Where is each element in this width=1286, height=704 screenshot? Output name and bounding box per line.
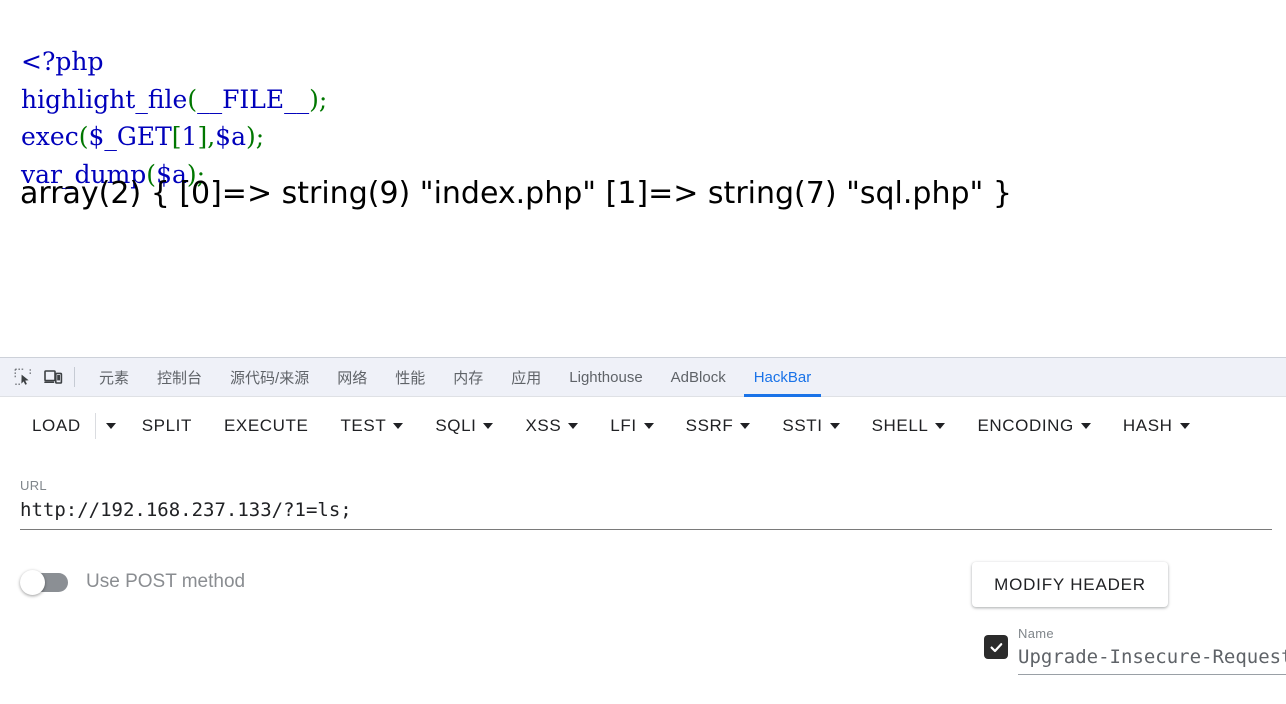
php-source-highlight: <?php highlight_file(__FILE__); exec($_G… (21, 43, 327, 193)
devtools-tabbar: 元素控制台源代码/来源网络性能内存应用LighthouseAdBlockHack… (0, 358, 1286, 397)
php-token: exec (21, 122, 79, 151)
hackbar-button-ssrf[interactable]: SSRF (670, 410, 767, 442)
hackbar-button-hash[interactable]: HASH (1107, 410, 1206, 442)
devtools-tab-2[interactable]: 源代码/来源 (216, 358, 323, 397)
chevron-down-icon (935, 423, 945, 429)
chevron-down-icon (644, 423, 654, 429)
php-token: <?php (21, 47, 103, 76)
hackbar-button-ssti[interactable]: SSTI (766, 410, 855, 442)
php-token: ; (256, 122, 264, 151)
php-token: ; (319, 85, 327, 114)
hackbar-button-load-dropdown[interactable] (98, 417, 126, 435)
device-toolbar-icon[interactable] (38, 363, 68, 391)
php-token: ] (197, 122, 207, 151)
php-token: highlight_file (21, 85, 187, 114)
hackbar-button-execute[interactable]: EXECUTE (208, 410, 325, 442)
chevron-down-icon (106, 423, 116, 429)
devtools-tab-0[interactable]: 元素 (85, 358, 143, 397)
chevron-down-icon (393, 423, 403, 429)
php-token: ( (187, 85, 197, 114)
hackbar-button-label: EXECUTE (224, 416, 309, 436)
hackbar-button-shell[interactable]: SHELL (856, 410, 962, 442)
hackbar-button-split[interactable]: SPLIT (126, 410, 208, 442)
hackbar-button-label: LFI (610, 416, 636, 436)
hackbar-button-label: SSTI (782, 416, 822, 436)
php-token: ) (246, 122, 256, 151)
devtools-tab-8[interactable]: AdBlock (657, 358, 740, 397)
hackbar-button-label: ENCODING (977, 416, 1073, 436)
php-token: , (207, 122, 215, 151)
var-dump-output: array(2) { [0]=> string(9) "index.php" [… (20, 175, 1012, 213)
devtools-tab-6[interactable]: 应用 (497, 358, 555, 397)
inspect-element-icon[interactable] (8, 363, 38, 391)
hackbar-button-label: XSS (525, 416, 561, 436)
hackbar-button-label: SHELL (872, 416, 929, 436)
use-post-method-row: Use POST method (20, 570, 245, 594)
use-post-method-label: Use POST method (86, 571, 245, 593)
hackbar-button-label: TEST (340, 416, 386, 436)
header-entry-row: Name Upgrade-Insecure-Requests (984, 626, 1286, 675)
chevron-down-icon (1081, 423, 1091, 429)
devtools-tab-4[interactable]: 性能 (381, 358, 439, 397)
hackbar-button-test[interactable]: TEST (324, 410, 419, 442)
devtools-tab-list: 元素控制台源代码/来源网络性能内存应用LighthouseAdBlockHack… (85, 358, 825, 397)
toolbar-separator (95, 413, 96, 439)
modify-header-button[interactable]: MODIFY HEADER (972, 562, 1168, 607)
php-token: 1 (182, 122, 198, 151)
browser-page-content: <?php highlight_file(__FILE__); exec($_G… (0, 0, 1286, 357)
chevron-down-icon (1180, 423, 1190, 429)
url-field-group: URL http://192.168.237.133/?1=ls; (20, 478, 1272, 530)
php-token: [ (172, 122, 182, 151)
use-post-method-toggle[interactable] (20, 570, 68, 594)
devtools-tab-5[interactable]: 内存 (439, 358, 497, 397)
php-token: __FILE__ (197, 85, 309, 114)
hackbar-button-lfi[interactable]: LFI (594, 410, 669, 442)
check-icon (989, 640, 1004, 655)
devtools-tab-9[interactable]: HackBar (740, 358, 826, 397)
chevron-down-icon (483, 423, 493, 429)
hackbar-button-label: SSRF (686, 416, 734, 436)
url-input[interactable]: http://192.168.237.133/?1=ls; (20, 499, 1272, 530)
php-token: ) (309, 85, 319, 114)
toggle-knob (20, 570, 45, 595)
devtools-tab-3[interactable]: 网络 (323, 358, 381, 397)
php-token: ( (79, 122, 89, 151)
php-token: $a (215, 122, 246, 151)
toolbar-divider (74, 367, 75, 387)
chevron-down-icon (568, 423, 578, 429)
hackbar-toolbar: LOAD SPLIT EXECUTE TEST SQLI XSS LFI SSRF SSTI SH… (0, 397, 1286, 455)
chevron-down-icon (740, 423, 750, 429)
header-name-label: Name (1018, 626, 1286, 641)
url-label: URL (20, 478, 1272, 493)
hackbar-button-label: SPLIT (142, 416, 192, 436)
header-enabled-checkbox[interactable] (984, 635, 1008, 659)
hackbar-button-label: SQLI (435, 416, 476, 436)
header-name-field-group: Name Upgrade-Insecure-Requests (1018, 626, 1286, 675)
hackbar-button-sqli[interactable]: SQLI (419, 410, 509, 442)
header-name-input[interactable]: Upgrade-Insecure-Requests (1018, 646, 1286, 675)
php-token: $_GET (88, 122, 171, 151)
hackbar-button-encoding[interactable]: ENCODING (961, 410, 1106, 442)
hackbar-button-label: LOAD (32, 416, 81, 436)
hackbar-button-label: HASH (1123, 416, 1173, 436)
chevron-down-icon (830, 423, 840, 429)
devtools-tab-7[interactable]: Lighthouse (555, 358, 656, 397)
devtools-tab-1[interactable]: 控制台 (143, 358, 216, 397)
hackbar-button-load[interactable]: LOAD (16, 410, 89, 442)
hackbar-button-xss[interactable]: XSS (509, 410, 594, 442)
